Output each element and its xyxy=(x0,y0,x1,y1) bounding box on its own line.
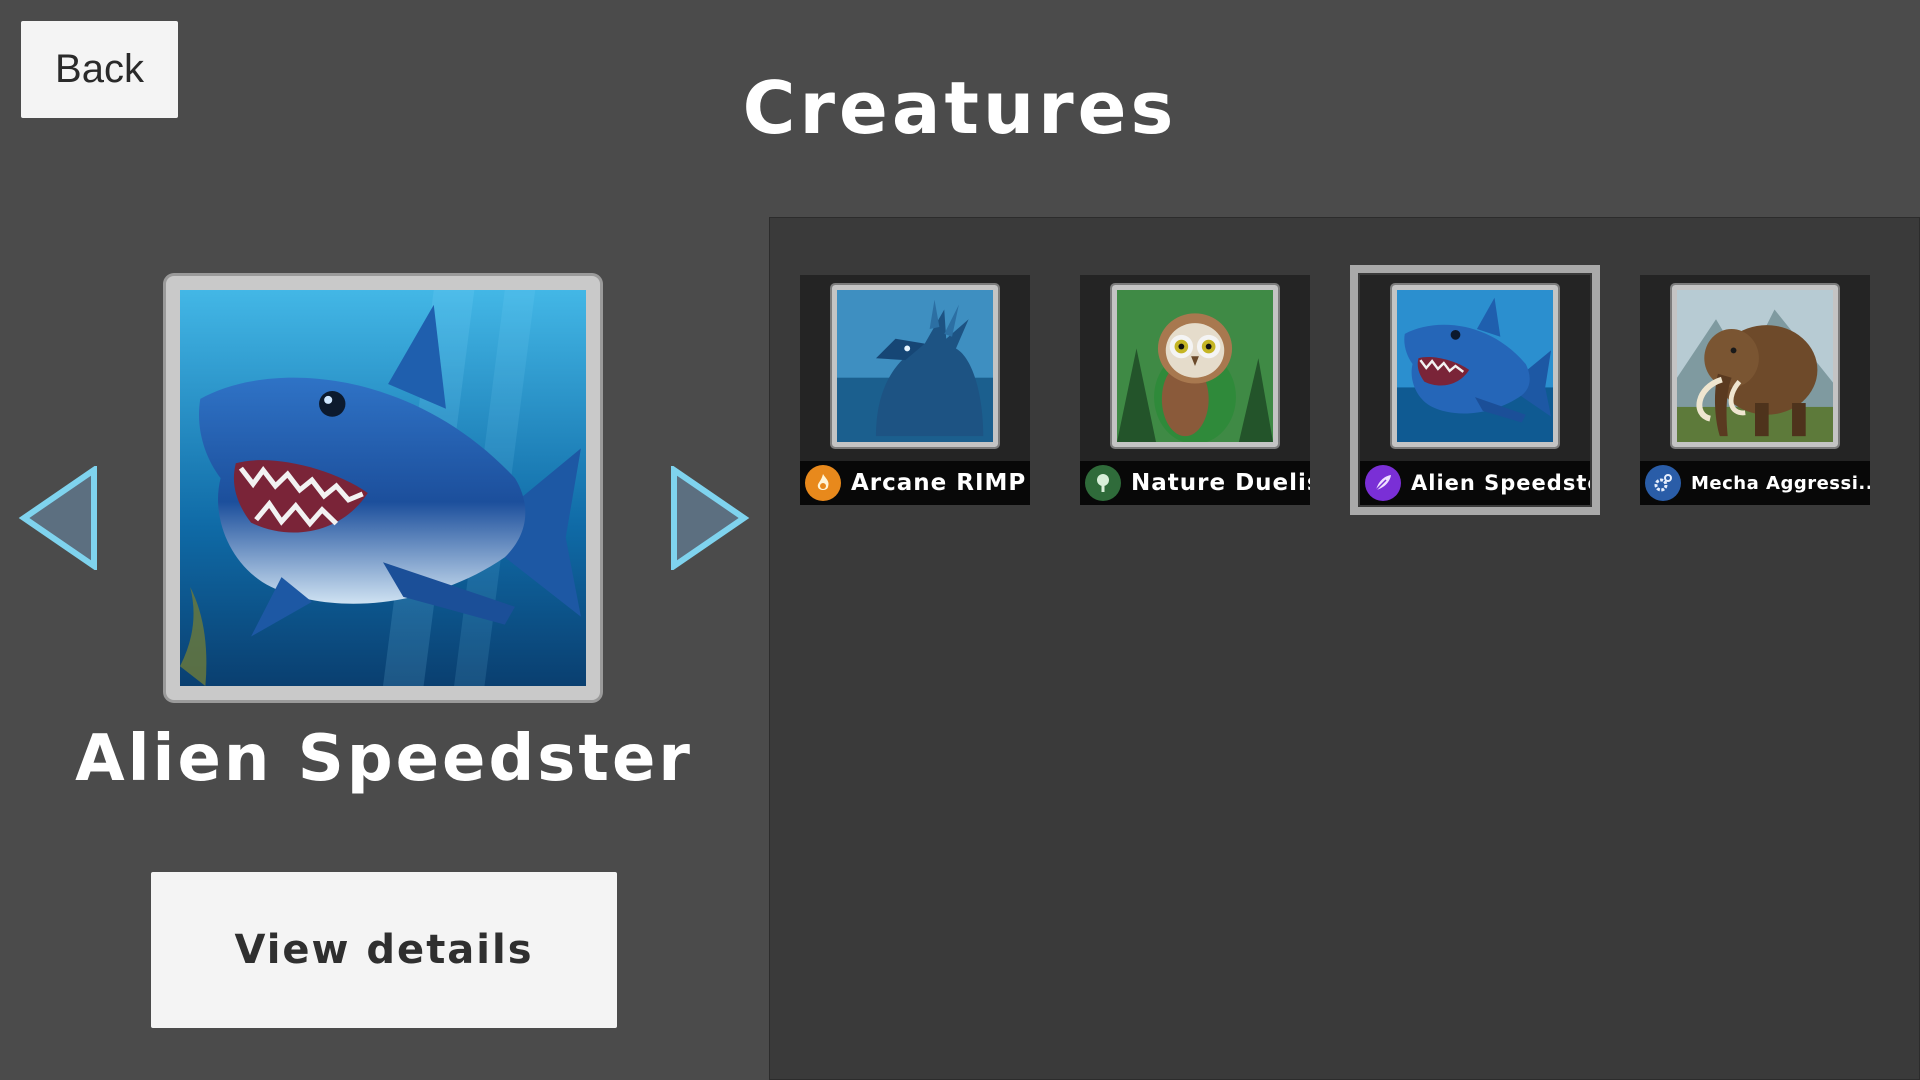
sea-dragon-thumbnail xyxy=(832,285,998,447)
creature-card-nature-duelist[interactable]: Nature Duelist xyxy=(1080,275,1310,505)
owl-thumbnail xyxy=(1112,285,1278,447)
page-title: Creatures xyxy=(742,66,1178,150)
card-name: Alien Speedster xyxy=(1411,471,1590,495)
card-name: Arcane RIMP xyxy=(851,470,1027,496)
shark-thumbnail xyxy=(1392,285,1558,447)
selected-creature-portrait xyxy=(166,276,600,700)
mammoth-thumbnail xyxy=(1672,285,1838,447)
arcane-flame-icon xyxy=(805,465,841,501)
view-details-button[interactable]: View details xyxy=(151,872,617,1028)
shark-portrait-image xyxy=(180,290,586,686)
card-name: Mecha Aggressi... xyxy=(1691,472,1870,494)
creature-card-arcane-rimp[interactable]: Arcane RIMP xyxy=(800,275,1030,505)
previous-arrow-icon[interactable] xyxy=(18,466,98,570)
creature-card-mecha-aggressor[interactable]: Mecha Aggressi... xyxy=(1640,275,1870,505)
gear-icon xyxy=(1645,465,1681,501)
next-arrow-icon[interactable] xyxy=(670,466,750,570)
creature-card-alien-speedster[interactable]: Alien Speedster xyxy=(1350,265,1600,515)
card-name: Nature Duelist xyxy=(1131,470,1310,496)
selected-creature-name: Alien Speedster xyxy=(75,722,693,796)
alien-feather-icon xyxy=(1365,465,1401,501)
tree-icon xyxy=(1085,465,1121,501)
